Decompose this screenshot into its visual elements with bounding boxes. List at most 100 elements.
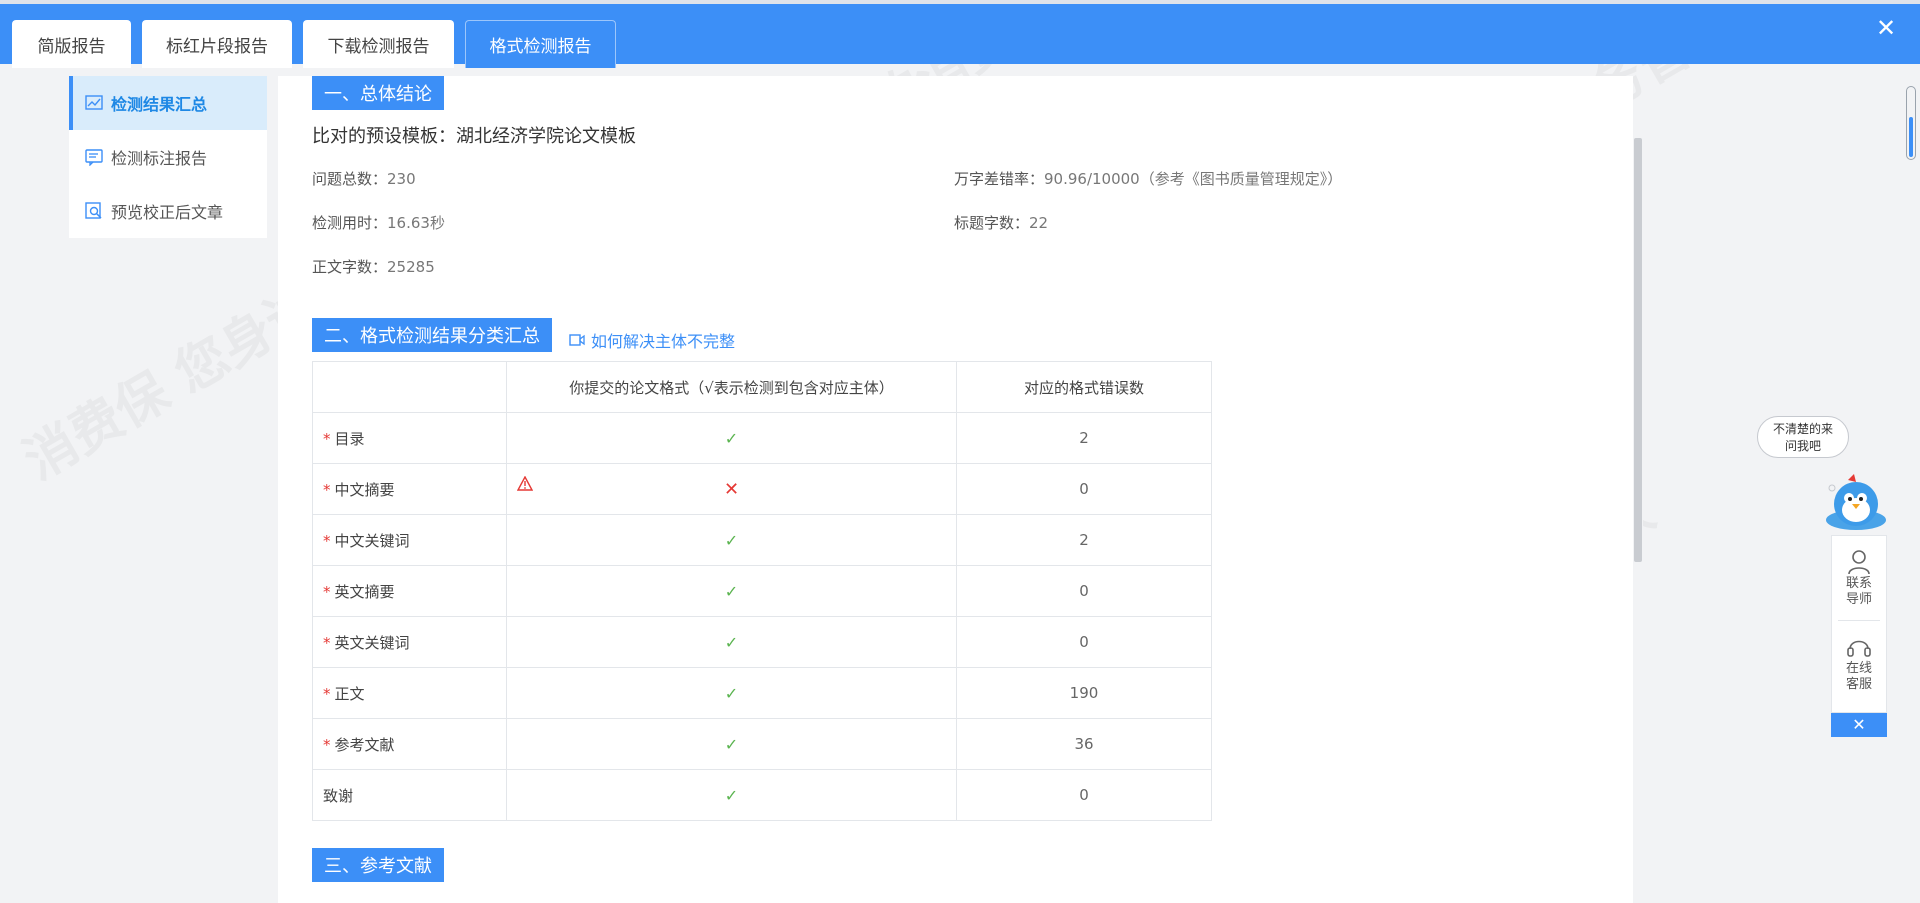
template-value: 湖北经济学院论文模板: [456, 126, 636, 147]
table-row: * 英文摘要 ✓ 0: [312, 565, 1212, 617]
row-status: ✓: [506, 718, 957, 770]
row-name: 致谢: [312, 769, 507, 821]
row-status: ✓: [506, 769, 957, 821]
check-icon: ✓: [724, 683, 739, 703]
row-status: ✓: [506, 412, 957, 464]
row-status: ✓: [506, 514, 957, 566]
online-service-button[interactable]: 在线客服: [1832, 621, 1886, 705]
row-error-count: 0: [956, 616, 1212, 668]
row-status: ✕: [506, 463, 957, 515]
headset-icon: [1847, 640, 1871, 657]
stat-body-words: 正文字数：25285: [312, 256, 435, 277]
stat-value: 22: [1029, 214, 1049, 232]
template-label: 比对的预设模板：: [312, 126, 456, 147]
row-name-label: 参考文献: [334, 735, 395, 754]
row-status: ✓: [506, 616, 957, 668]
table-row: * 参考文献 ✓ 36: [312, 718, 1212, 770]
section-title-references: 三、参考文献: [312, 848, 444, 882]
sidebar: 检测结果汇总 检测标注报告 预览校正后文章: [69, 76, 267, 238]
sidebar-item-result-summary[interactable]: 检测结果汇总: [69, 76, 267, 130]
report-panel: 一、总体结论 比对的预设模板：湖北经济学院论文模板 问题总数：230 万字差错率…: [278, 76, 1633, 903]
table-row: * 英文关键词 ✓ 0: [312, 616, 1212, 668]
row-name-label: 目录: [334, 429, 365, 448]
table-row: * 中文摘要 ✕ 0: [312, 463, 1212, 515]
stat-label: 正文字数：: [312, 258, 388, 276]
row-name-label: 中文关键词: [334, 531, 410, 550]
sidebar-item-label: 检测标注报告: [111, 149, 208, 168]
row-name: * 中文摘要: [312, 463, 507, 515]
required-mark: *: [323, 480, 331, 499]
row-name-label: 英文摘要: [334, 582, 395, 601]
check-icon: ✓: [724, 581, 739, 601]
contact-tutor-label: 联系导师: [1845, 576, 1872, 607]
sidebar-item-annotation-report[interactable]: 检测标注报告: [69, 130, 267, 184]
row-status: ✓: [506, 667, 957, 719]
tab-format-report[interactable]: 格式检测报告: [465, 20, 616, 68]
section-title-overall: 一、总体结论: [312, 76, 444, 110]
row-error-count: 0: [956, 463, 1212, 515]
row-name-label: 中文摘要: [334, 480, 395, 499]
required-mark: *: [323, 684, 331, 703]
stat-value: 16.63秒: [387, 214, 445, 232]
check-icon: ✓: [724, 530, 739, 550]
table-row: * 目录 ✓ 2: [312, 412, 1212, 464]
window-close-icon[interactable]: ✕: [1874, 16, 1898, 40]
helper-bubble-text: 不清楚的来问我吧: [1773, 422, 1834, 453]
online-service-label: 在线客服: [1845, 661, 1872, 692]
required-mark: *: [323, 582, 331, 601]
chart-icon: [85, 94, 103, 112]
help-link-incomplete-body[interactable]: 如何解决主体不完整: [569, 328, 735, 352]
row-name: * 英文摘要: [312, 565, 507, 617]
sidebar-item-label: 预览校正后文章: [111, 203, 224, 222]
row-name-label: 致谢: [323, 786, 354, 805]
sidebar-item-preview-corrected[interactable]: 预览校正后文章: [69, 184, 267, 238]
warning-icon[interactable]: [516, 475, 534, 495]
stat-value: 25285: [387, 258, 435, 276]
help-link-label: 如何解决主体不完整: [591, 332, 736, 351]
helper-close-button[interactable]: ✕: [1831, 713, 1887, 737]
required-mark: *: [323, 531, 331, 550]
contact-tutor-button[interactable]: 联系导师: [1832, 536, 1886, 620]
row-error-count: 0: [956, 565, 1212, 617]
tab-highlight-report[interactable]: 标红片段报告: [142, 20, 292, 68]
stat-label: 问题总数：: [312, 170, 388, 188]
required-mark: *: [323, 429, 331, 448]
preview-search-icon: [85, 202, 103, 220]
stat-value: 90.96/10000（参考《图书质量管理规定》）: [1044, 170, 1343, 188]
check-icon: ✓: [724, 785, 739, 805]
comment-icon: [85, 148, 103, 166]
table-row: * 正文 ✓ 190: [312, 667, 1212, 719]
page-scroll-indicator[interactable]: [1906, 86, 1916, 160]
helper-bubble: 不清楚的来问我吧: [1757, 416, 1849, 458]
format-result-table: 你提交的论文格式（√表示检测到包含对应主体） 对应的格式错误数 * 目录 ✓ 2 …: [312, 361, 1212, 821]
check-icon: ✓: [724, 734, 739, 754]
check-icon: ✓: [724, 632, 739, 652]
row-name: * 英文关键词: [312, 616, 507, 668]
table-header: 你提交的论文格式（√表示检测到包含对应主体）: [506, 361, 957, 413]
table-header-row: 你提交的论文格式（√表示检测到包含对应主体） 对应的格式错误数: [312, 361, 1212, 413]
table-row: 致谢 ✓ 0: [312, 769, 1212, 821]
stat-time: 检测用时：16.63秒: [312, 212, 445, 233]
required-mark: *: [323, 735, 331, 754]
tab-simple-report[interactable]: 简版报告: [12, 20, 131, 68]
stat-error-rate: 万字差错率：90.96/10000（参考《图书质量管理规定》）: [954, 168, 1342, 189]
stat-label: 万字差错率：: [954, 170, 1045, 188]
row-name: * 参考文献: [312, 718, 507, 770]
person-icon: [1848, 550, 1870, 575]
row-error-count: 36: [956, 718, 1212, 770]
sidebar-item-label: 检测结果汇总: [111, 95, 208, 114]
row-error-count: 2: [956, 514, 1212, 566]
table-header: 对应的格式错误数: [956, 361, 1212, 413]
table-row: * 中文关键词 ✓ 2: [312, 514, 1212, 566]
tab-download-report[interactable]: 下载检测报告: [303, 20, 454, 68]
mascot-bird-icon[interactable]: [1822, 468, 1890, 536]
helper-panel: 联系导师 在线客服: [1831, 535, 1887, 713]
stat-label: 检测用时：: [312, 214, 388, 232]
top-bar: 简版报告 标红片段报告 下载检测报告 格式检测报告 ✕: [0, 0, 1920, 68]
required-mark: *: [323, 633, 331, 652]
row-error-count: 190: [956, 667, 1212, 719]
scrollbar-thumb[interactable]: [1634, 138, 1642, 562]
table-header: [312, 361, 507, 413]
row-status: ✓: [506, 565, 957, 617]
stat-value: 230: [387, 170, 416, 188]
